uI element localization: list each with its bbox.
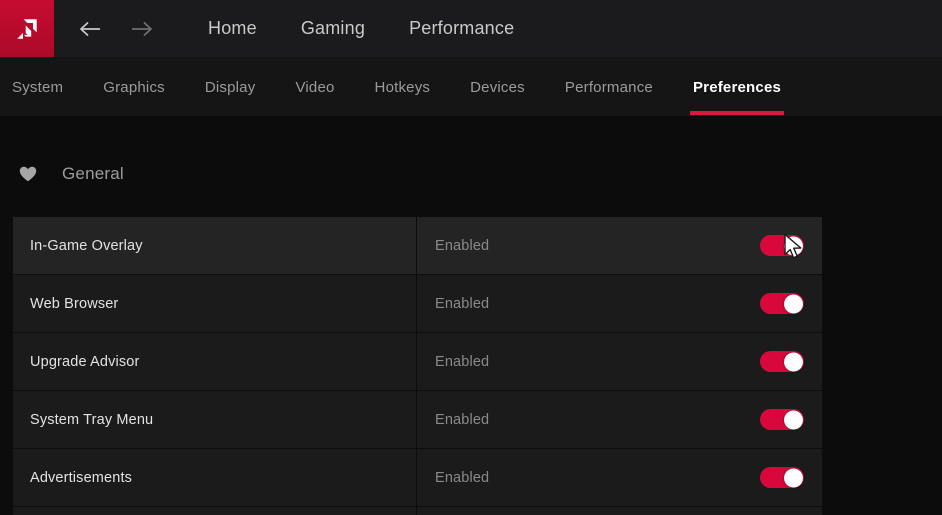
tab-performance[interactable]: Performance xyxy=(565,57,653,117)
settings-row-value-cell: Enabled xyxy=(417,217,822,274)
toggle-knob xyxy=(784,352,803,371)
toggle-advertisements[interactable] xyxy=(760,467,804,488)
tab-system[interactable]: System xyxy=(12,57,63,117)
tab-devices[interactable]: Devices xyxy=(470,57,525,117)
settings-row-web-browser[interactable]: Web Browser Enabled xyxy=(13,275,822,333)
toggle-web-browser[interactable] xyxy=(760,293,804,314)
toggle-system-tray-menu[interactable] xyxy=(760,409,804,430)
preferences-content: General In-Game Overlay Enabled Web Brow… xyxy=(0,118,942,515)
nav-item-gaming[interactable]: Gaming xyxy=(279,0,387,57)
toggle-knob xyxy=(784,468,803,487)
nav-item-performance[interactable]: Performance xyxy=(387,0,536,57)
general-section-header: General xyxy=(18,164,942,184)
settings-row-label-cell: System Tray Menu xyxy=(13,391,417,448)
tab-preferences[interactable]: Preferences xyxy=(693,57,781,117)
title-bar: Home Gaming Performance xyxy=(0,0,942,57)
toggle-knob xyxy=(784,294,803,313)
heart-icon xyxy=(18,164,38,184)
settings-row-value-cell xyxy=(417,507,822,515)
tab-hotkeys[interactable]: Hotkeys xyxy=(375,57,431,117)
settings-row-value: Enabled xyxy=(435,354,489,370)
settings-row-value: Enabled xyxy=(435,412,489,428)
settings-row-advertisements[interactable]: Advertisements Enabled xyxy=(13,449,822,507)
settings-row-partial[interactable] xyxy=(13,507,822,515)
settings-row-label-cell xyxy=(13,507,417,515)
forward-button[interactable] xyxy=(118,0,164,57)
settings-row-label: Upgrade Advisor xyxy=(30,354,139,370)
settings-row-value-cell: Enabled xyxy=(417,391,822,448)
primary-nav: Home Gaming Performance xyxy=(186,0,536,57)
tab-video[interactable]: Video xyxy=(295,57,334,117)
back-button[interactable] xyxy=(68,0,114,57)
settings-tab-bar: System Graphics Display Video Hotkeys De… xyxy=(0,57,942,117)
general-section-title: General xyxy=(62,164,124,184)
settings-row-value-cell: Enabled xyxy=(417,333,822,390)
settings-row-label: In-Game Overlay xyxy=(30,238,143,254)
settings-row-label-cell: Web Browser xyxy=(13,275,417,332)
settings-row-value-cell: Enabled xyxy=(417,275,822,332)
settings-row-label: Web Browser xyxy=(30,296,118,312)
settings-row-value: Enabled xyxy=(435,470,489,486)
tab-graphics[interactable]: Graphics xyxy=(103,57,165,117)
settings-row-system-tray-menu[interactable]: System Tray Menu Enabled xyxy=(13,391,822,449)
settings-row-value: Enabled xyxy=(435,238,489,254)
amd-radeon-logo[interactable] xyxy=(0,0,54,57)
tab-display[interactable]: Display xyxy=(205,57,256,117)
settings-row-label-cell: Advertisements xyxy=(13,449,417,506)
settings-row-label-cell: Upgrade Advisor xyxy=(13,333,417,390)
nav-item-home[interactable]: Home xyxy=(186,0,279,57)
settings-row-label-cell: In-Game Overlay xyxy=(13,217,417,274)
settings-row-label: System Tray Menu xyxy=(30,412,153,428)
settings-row-value-cell: Enabled xyxy=(417,449,822,506)
settings-row-upgrade-advisor[interactable]: Upgrade Advisor Enabled xyxy=(13,333,822,391)
toggle-in-game-overlay[interactable] xyxy=(760,235,804,256)
toggle-upgrade-advisor[interactable] xyxy=(760,351,804,372)
settings-row-value: Enabled xyxy=(435,296,489,312)
toggle-knob xyxy=(784,410,803,429)
toggle-knob xyxy=(784,236,803,255)
settings-row-label: Advertisements xyxy=(30,470,132,486)
general-settings-panel: In-Game Overlay Enabled Web Browser Enab… xyxy=(13,217,822,515)
settings-row-in-game-overlay[interactable]: In-Game Overlay Enabled xyxy=(13,217,822,275)
radeon-software-window: Home Gaming Performance System Graphics … xyxy=(0,0,942,515)
